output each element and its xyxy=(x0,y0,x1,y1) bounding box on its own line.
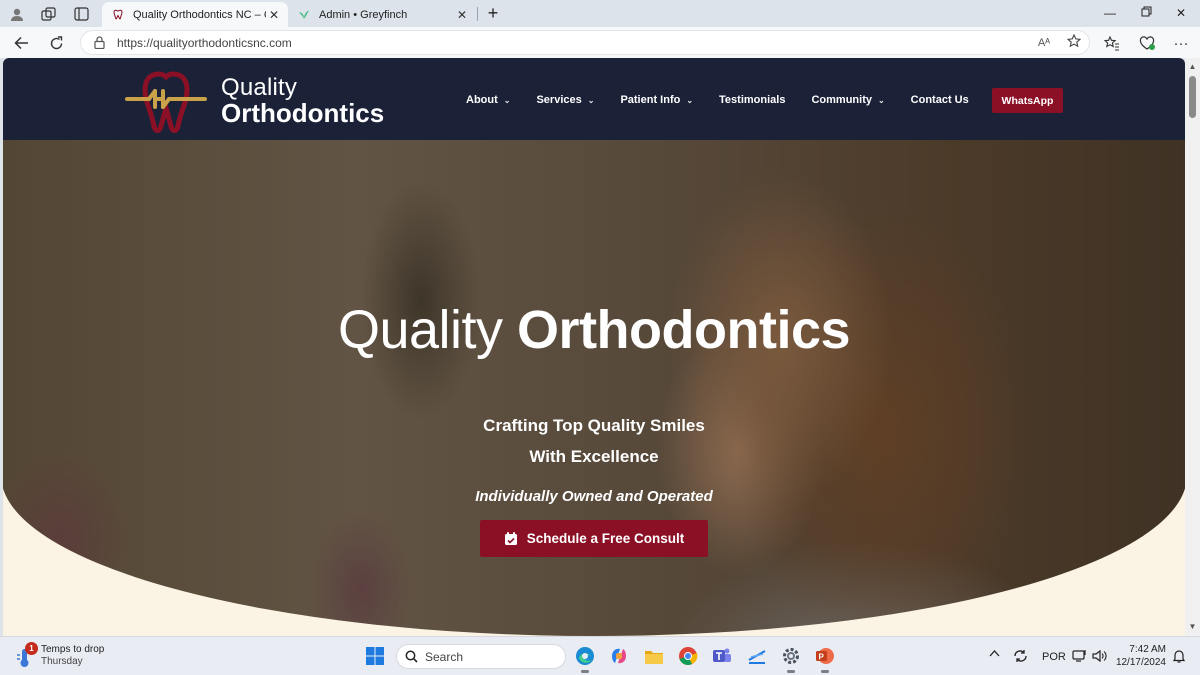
calendar-check-icon xyxy=(504,532,517,545)
network-icon[interactable] xyxy=(1072,649,1087,666)
scroll-down-arrow-icon[interactable]: ▼ xyxy=(1185,620,1200,634)
weather-thermometer-icon: 1 xyxy=(14,642,38,669)
tab-title: Admin • Greyfinch xyxy=(319,8,408,21)
read-aloud-icon[interactable]: Aᴬ xyxy=(1029,37,1059,49)
hero-title-bold: Orthodontics xyxy=(517,300,851,360)
windows-start-icon[interactable] xyxy=(363,644,387,668)
favorites-icon[interactable] xyxy=(1101,32,1123,54)
menu-label: Testimonials xyxy=(719,94,786,106)
tab-separator xyxy=(477,7,478,21)
svg-text:P: P xyxy=(819,653,825,662)
tooth-logo-icon[interactable] xyxy=(125,66,209,134)
notification-badge: 1 xyxy=(25,642,38,655)
notification-bell-icon[interactable] xyxy=(1172,649,1186,666)
page-scrollbar[interactable]: ▲ ▼ xyxy=(1185,58,1200,636)
menu-item-about[interactable]: About ⌄ xyxy=(466,94,510,106)
hero-title-light: Quality xyxy=(337,300,503,360)
tab-quality-orthodontics[interactable]: Quality Orthodontics NC – Craftin ✕ xyxy=(102,2,288,27)
profile-icon[interactable] xyxy=(8,5,26,23)
main-menu: About ⌄ Services ⌄ Patient Info ⌄ Testimoni… xyxy=(466,94,995,106)
menu-label: Community xyxy=(811,94,872,106)
copilot-icon[interactable] xyxy=(607,644,631,668)
menu-label: Patient Info xyxy=(620,94,681,106)
menu-label: About xyxy=(466,94,498,106)
hero-subtitle: Crafting Top Quality Smiles With Excelle… xyxy=(3,410,1185,472)
snipping-tool-icon[interactable] xyxy=(745,644,769,668)
menu-item-testimonials[interactable]: Testimonials xyxy=(719,94,785,106)
edge-icon[interactable] xyxy=(573,644,597,668)
workspaces-icon[interactable] xyxy=(39,5,57,23)
tab-greyfinch[interactable]: Admin • Greyfinch ✕ xyxy=(288,2,476,27)
chrome-icon[interactable] xyxy=(676,644,700,668)
vertical-tabs-icon[interactable] xyxy=(72,5,90,23)
menu-label: Contact Us xyxy=(910,94,969,106)
menu-item-patient-info[interactable]: Patient Info ⌄ xyxy=(620,94,693,106)
taskbar-search-box[interactable]: Search xyxy=(396,644,566,669)
system-clock[interactable]: 7:42 AM 12/17/2024 xyxy=(1108,643,1166,669)
browser-toolbar: https://qualityorthodonticsnc.com Aᴬ ··· xyxy=(0,27,1200,58)
tray-overflow-chevron-icon[interactable] xyxy=(989,648,1000,660)
hero-subtitle-line-2: With Excellence xyxy=(529,447,659,466)
restore-button[interactable] xyxy=(1129,3,1163,23)
cta-label: Schedule a Free Consult xyxy=(526,531,685,546)
refresh-icon[interactable] xyxy=(45,32,67,54)
favorite-star-icon[interactable] xyxy=(1059,33,1089,51)
scroll-up-arrow-icon[interactable]: ▲ xyxy=(1185,60,1200,74)
tooth-favicon-icon xyxy=(112,9,124,21)
back-arrow-icon[interactable] xyxy=(10,32,32,54)
powerpoint-icon[interactable]: P xyxy=(813,644,837,668)
tab-title: Quality Orthodontics NC – Craftin xyxy=(133,8,266,21)
greyfinch-favicon-icon xyxy=(298,9,310,21)
close-tab-icon[interactable]: ✕ xyxy=(454,8,470,22)
file-explorer-icon[interactable] xyxy=(642,644,666,668)
windows-taskbar: 1 Temps to drop Thursday Search P POR 7:… xyxy=(0,636,1200,675)
chevron-down-icon: ⌄ xyxy=(503,95,511,105)
logo-line-2: Orthodontics xyxy=(221,98,385,128)
weather-headline: Temps to drop xyxy=(41,644,105,655)
whatsapp-button[interactable]: WhatsApp xyxy=(992,88,1063,113)
site-header: Quality Orthodontics About ⌄ Services ⌄ Pa… xyxy=(3,58,1185,140)
settings-gear-icon[interactable] xyxy=(779,644,803,668)
chevron-down-icon: ⌄ xyxy=(587,95,595,105)
chevron-down-icon: ⌄ xyxy=(877,95,885,105)
menu-item-services[interactable]: Services ⌄ xyxy=(536,94,594,106)
search-icon xyxy=(397,650,425,663)
browser-essentials-icon[interactable] xyxy=(1136,32,1158,54)
url-text: https://qualityorthodonticsnc.com xyxy=(117,35,292,50)
close-window-button[interactable]: ✕ xyxy=(1164,3,1198,23)
menu-item-community[interactable]: Community ⌄ xyxy=(811,94,884,106)
weather-widget[interactable]: 1 Temps to drop Thursday xyxy=(14,642,105,669)
hero-subtitle-line-1: Crafting Top Quality Smiles xyxy=(483,416,705,435)
scrollbar-thumb[interactable] xyxy=(1189,76,1196,118)
minimize-button[interactable]: — xyxy=(1093,3,1127,23)
site-logo-text[interactable]: Quality Orthodontics xyxy=(221,74,385,128)
browser-tab-strip: Quality Orthodontics NC – Craftin ✕ Admi… xyxy=(0,0,1200,27)
new-tab-button[interactable]: + xyxy=(483,3,503,23)
menu-item-contact-us[interactable]: Contact Us xyxy=(911,94,969,106)
hero-content: Quality Orthodontics Crafting Top Qualit… xyxy=(3,140,1185,636)
running-indicator xyxy=(787,670,795,673)
weather-day: Thursday xyxy=(41,656,83,667)
clock-time: 7:42 AM xyxy=(1129,644,1166,655)
input-language[interactable]: POR xyxy=(1042,651,1066,663)
schedule-consult-button[interactable]: Schedule a Free Consult xyxy=(480,520,708,557)
hero-section: Quality Orthodontics Crafting Top Qualit… xyxy=(3,140,1185,636)
volume-icon[interactable] xyxy=(1092,649,1107,666)
menu-label: Services xyxy=(536,94,582,106)
teams-icon[interactable] xyxy=(710,644,734,668)
more-menu-icon[interactable]: ··· xyxy=(1170,32,1192,54)
lock-icon[interactable] xyxy=(81,36,117,49)
running-indicator xyxy=(581,670,589,673)
running-indicator xyxy=(821,670,829,673)
search-placeholder: Search xyxy=(425,649,464,664)
close-tab-icon[interactable]: ✕ xyxy=(266,8,282,22)
website-viewport: Quality Orthodontics About ⌄ Services ⌄ Pa… xyxy=(3,58,1185,636)
hero-tagline: Individually Owned and Operated xyxy=(475,488,713,505)
clock-date: 12/17/2024 xyxy=(1115,657,1166,668)
hero-title: Quality Orthodontics xyxy=(3,300,1185,360)
logo-line-1: Quality xyxy=(221,74,298,101)
sync-icon[interactable] xyxy=(1013,649,1028,666)
chevron-down-icon: ⌄ xyxy=(686,95,694,105)
address-bar[interactable]: https://qualityorthodonticsnc.com Aᴬ xyxy=(80,30,1090,55)
